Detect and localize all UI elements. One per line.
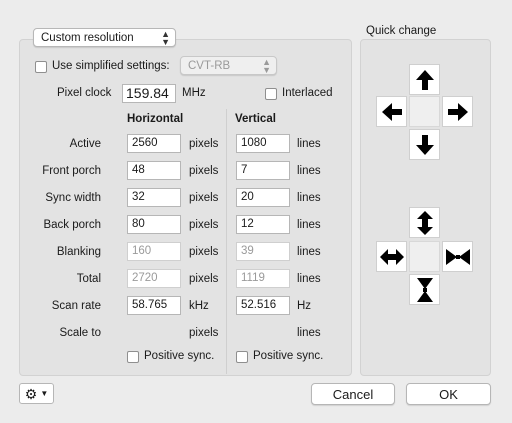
pixel-clock-field[interactable]: 159.84 [122,84,176,103]
unit-label: pixels [189,138,219,150]
row-label-scale-to: Scale to [59,327,101,339]
pixel-clock-label: Pixel clock [57,87,112,99]
arrow-down-icon [415,134,434,155]
positive-sync-v-label: Positive sync. [253,350,324,362]
unit-label: pixels [189,327,219,339]
unit-label: lines [297,246,321,258]
front-porch-v-field[interactable]: 7 [236,161,290,180]
unit-label: pixels [189,246,219,258]
horizontal-header: Horizontal [127,113,184,125]
back-porch-v-field[interactable]: 12 [236,215,290,234]
back-porch-h-field[interactable]: 80 [127,215,181,234]
unit-label: lines [297,192,321,204]
row-label-active: Active [69,138,101,150]
unit-label: Hz [297,300,312,312]
ok-button[interactable]: OK [406,383,491,405]
blanking-h-field: 160 [127,242,181,261]
move-left-button[interactable] [376,96,407,127]
move-right-button[interactable] [442,96,473,127]
unit-label: pixels [189,273,219,285]
gear-icon: ⚙ [24,385,38,402]
move-up-button[interactable] [409,64,440,95]
chevron-updown-icon: ▲ ▼ [161,29,170,47]
sync-width-v-field[interactable]: 20 [236,188,290,207]
blanking-v-field: 39 [236,242,290,261]
move-down-button[interactable] [409,129,440,160]
move-pad-center [409,96,440,127]
unit-label: kHz [189,300,209,312]
unit-label: lines [297,165,321,177]
shrink-horizontal-button[interactable] [442,241,473,272]
expand-vertical-button[interactable] [409,207,440,238]
positive-sync-h-checkbox[interactable] [127,351,139,363]
arrow-right-icon [447,102,468,121]
unit-label: pixels [189,192,219,204]
total-h-field: 2720 [127,269,181,288]
resolution-preset-value: Custom resolution [41,31,134,44]
vertical-header: Vertical [235,113,276,125]
shrink-vertical-button[interactable] [409,274,440,305]
size-pad-center [409,241,440,272]
simplified-settings-label: Use simplified settings: [52,60,170,72]
chevron-down-icon: ▼ [40,389,49,398]
interlaced-checkbox[interactable] [265,88,277,100]
expand-horizontal-button[interactable] [376,241,407,272]
front-porch-h-field[interactable]: 48 [127,161,181,180]
unit-label: lines [297,138,321,150]
row-label-blanking: Blanking [56,246,101,258]
row-label-back-porch: Back porch [43,219,101,231]
unit-label: lines [297,327,321,339]
quick-change-title: Quick change [366,25,437,37]
positive-sync-h-label: Positive sync. [144,350,215,362]
active-h-field[interactable]: 2560 [127,134,181,153]
row-label-sync-width: Sync width [45,192,101,204]
scan-rate-h-field[interactable]: 58.765 [127,296,181,315]
sync-width-h-field[interactable]: 32 [127,188,181,207]
pixel-clock-unit: MHz [182,87,206,99]
settings-gear-button[interactable]: ⚙ ▼ [19,383,54,404]
expand-vertical-icon [416,210,433,235]
row-label-scan-rate: Scan rate [51,300,101,312]
scan-rate-v-field[interactable]: 52.516 [236,296,290,315]
total-v-field: 1119 [236,269,290,288]
simplified-settings-checkbox[interactable] [35,61,47,73]
row-label-total: Total [76,273,101,285]
unit-label: lines [297,219,321,231]
arrow-up-icon [415,69,434,90]
column-divider [226,109,227,374]
unit-label: lines [297,273,321,285]
simplified-mode-value: CVT-RB [188,59,231,72]
resolution-preset-popup[interactable]: Custom resolution ▲ ▼ [33,28,176,47]
positive-sync-v-checkbox[interactable] [236,351,248,363]
interlaced-label: Interlaced [282,87,333,99]
active-v-field[interactable]: 1080 [236,134,290,153]
row-label-front-porch: Front porch [42,165,101,177]
simplified-mode-popup[interactable]: CVT-RB ▲ ▼ [180,56,277,75]
chevron-updown-icon: ▲ ▼ [262,57,271,75]
unit-label: pixels [189,219,219,231]
cancel-button[interactable]: Cancel [311,383,395,405]
arrow-left-icon [381,102,402,121]
unit-label: pixels [189,165,219,177]
expand-horizontal-icon [379,248,404,265]
shrink-vertical-icon [416,277,433,302]
shrink-horizontal-icon [445,248,470,265]
